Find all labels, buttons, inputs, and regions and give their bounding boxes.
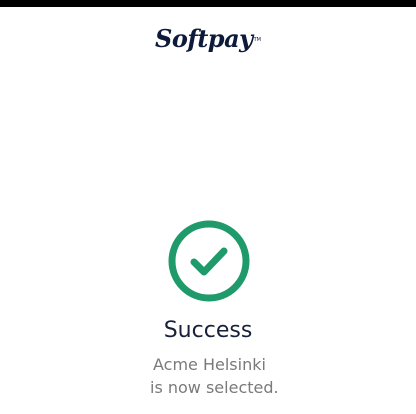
status-bar: [0, 0, 416, 7]
check-circle-icon: [168, 220, 250, 302]
success-title: Success: [163, 318, 253, 343]
success-screen: SoftpayTM Success Acme Helsinki is now s…: [0, 0, 416, 414]
selection-message: is now selected.: [150, 378, 279, 397]
logo-wordmark: Softpay: [155, 24, 253, 53]
merchant-name: Acme Helsinki: [153, 355, 266, 374]
softpay-logo: SoftpayTM: [0, 24, 416, 54]
logo-trademark: TM: [253, 36, 261, 43]
